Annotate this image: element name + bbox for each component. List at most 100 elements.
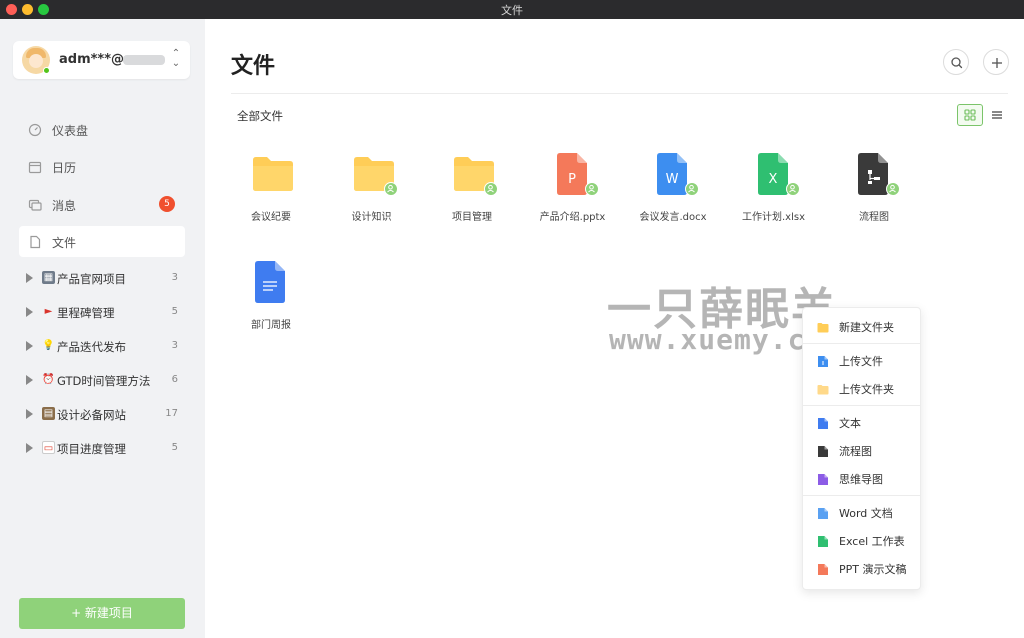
file-tile[interactable]: X 工作计划.xlsx (734, 152, 814, 232)
project-label: 产品迭代发布 (57, 340, 126, 354)
list-view-toggle[interactable] (990, 107, 1004, 121)
caret-right-icon[interactable] (26, 341, 33, 351)
text-doc-icon (817, 415, 829, 429)
file-name: 产品介绍.pptx (539, 212, 606, 223)
menu-item-label: 文本 (839, 417, 861, 430)
project-count: 5 (171, 442, 178, 453)
account-switcher[interactable]: adm***@ ⌃ ⌄ (13, 41, 190, 79)
caret-right-icon[interactable] (26, 375, 33, 385)
user-name: adm***@ (59, 52, 125, 67)
upload-folder-icon (817, 381, 829, 395)
calendar-page-icon: ▭ (42, 441, 55, 454)
dashboard-icon (28, 122, 42, 137)
file-tile[interactable]: 设计知识 (332, 152, 412, 232)
project-item[interactable]: ▭ 项目进度管理 5 (24, 439, 184, 459)
file-tile[interactable]: 部门周报 (231, 260, 311, 340)
breadcrumb: 全部文件 (237, 109, 283, 123)
menu-item[interactable]: Excel 工作表 (803, 527, 920, 551)
file-tile[interactable]: W 会议发言.docx (633, 152, 713, 232)
menu-item-label: 思维导图 (839, 473, 883, 486)
project-item[interactable]: 💡 产品迭代发布 3 (24, 337, 184, 357)
menu-item-label: 上传文件夹 (839, 383, 894, 396)
menu-item[interactable]: PPT 演示文稿 (803, 555, 920, 579)
file-name: 部门周报 (251, 320, 291, 331)
file-icon (28, 234, 42, 249)
header-divider (231, 93, 1008, 94)
menu-item-label: PPT 演示文稿 (839, 563, 907, 576)
upload-file-icon (817, 353, 829, 367)
project-label: GTD时间管理方法 (57, 374, 151, 388)
project-item[interactable]: ► 里程碑管理 5 (24, 303, 184, 323)
shared-user-icon (886, 182, 900, 196)
window-titlebar: 文件 (0, 0, 1024, 19)
menu-item[interactable]: 思维导图 (803, 465, 920, 489)
sidebar-item-label: 消息 (52, 199, 77, 213)
project-count: 5 (171, 306, 178, 317)
caret-right-icon[interactable] (26, 307, 33, 317)
new-project-button[interactable]: + 新建项目 (19, 598, 185, 629)
sidebar-item-label: 仪表盘 (52, 124, 89, 138)
watermark-url: www.xuemy.cn (609, 323, 824, 356)
menu-item[interactable]: 新建文件夹 (803, 313, 920, 337)
menu-divider (803, 495, 920, 496)
flowchart-icon (817, 443, 829, 457)
project-label: 里程碑管理 (57, 306, 115, 320)
shared-user-icon (685, 182, 699, 196)
page-title: 文件 (231, 54, 276, 79)
chevron-up-down-icon: ⌃ ⌄ (171, 48, 181, 69)
shared-user-icon (383, 182, 398, 196)
grid-icon (964, 109, 976, 121)
file-tile[interactable]: 项目管理 (432, 152, 512, 232)
project-label: 项目进度管理 (57, 442, 126, 456)
caret-right-icon[interactable] (26, 443, 33, 453)
file-tile[interactable]: 流程图 (834, 152, 914, 232)
project-item[interactable]: ⏰ GTD时间管理方法 6 (24, 371, 184, 391)
file-tile[interactable]: P 产品介绍.pptx (533, 152, 613, 232)
project-label: 产品官网项目 (57, 272, 126, 286)
create-menu: 新建文件夹 上传文件 上传文件夹 文本 流程图 思维导图 Word 文档 Exc… (802, 307, 921, 590)
sidebar-item-0[interactable]: 仪表盘 (19, 114, 185, 145)
project-item[interactable]: ▤ 设计必备网站 17 (24, 405, 184, 425)
mindmap-icon (817, 471, 829, 485)
file-tile[interactable]: 会议纪要 (231, 152, 311, 232)
sidebar-item-1[interactable]: 日历 (19, 151, 185, 182)
project-count: 6 (171, 374, 178, 385)
shared-user-icon (484, 182, 498, 196)
calendar-icon (28, 159, 42, 174)
ppt-icon (817, 561, 829, 575)
alarm-clock-icon: ⏰ (42, 374, 55, 385)
menu-item[interactable]: 流程图 (803, 437, 920, 461)
sidebar: adm***@ ⌃ ⌄ 仪表盘 日历 消息 5 文件 ▦ 产品官网项目 3 ► 里… (0, 19, 205, 638)
menu-item[interactable]: Word 文档 (803, 499, 920, 523)
sidebar-item-2[interactable]: 消息 5 (19, 189, 185, 220)
grid-view-toggle[interactable] (957, 104, 983, 126)
menu-item[interactable]: 文本 (803, 409, 920, 433)
word-icon (817, 505, 829, 519)
menu-divider (803, 405, 920, 406)
caret-right-icon[interactable] (26, 409, 33, 419)
shared-user-icon (785, 182, 800, 196)
menu-item[interactable]: 上传文件 (803, 347, 920, 371)
add-button[interactable] (983, 49, 1009, 75)
file-name: 项目管理 (452, 212, 492, 223)
plus-icon (992, 58, 1002, 68)
folder-icon (251, 152, 295, 196)
message-icon (28, 197, 42, 211)
search-icon (951, 57, 963, 69)
document-file-icon (251, 260, 295, 304)
menu-item-label: 流程图 (839, 445, 872, 458)
inbox-icon: ▤ (42, 407, 55, 420)
file-name: 流程图 (859, 212, 889, 223)
excel-icon (817, 533, 829, 547)
svg-text:P: P (568, 172, 576, 187)
project-item[interactable]: ▦ 产品官网项目 3 (24, 269, 184, 289)
file-name: 会议发言.docx (639, 212, 707, 223)
search-button[interactable] (943, 49, 969, 75)
folder-icon (817, 319, 829, 333)
sidebar-item-3[interactable]: 文件 (19, 226, 185, 257)
caret-right-icon[interactable] (26, 273, 33, 283)
menu-divider (803, 343, 920, 344)
menu-item[interactable]: 上传文件夹 (803, 375, 920, 399)
menu-item-label: Excel 工作表 (839, 535, 905, 548)
shared-user-icon (584, 182, 599, 196)
